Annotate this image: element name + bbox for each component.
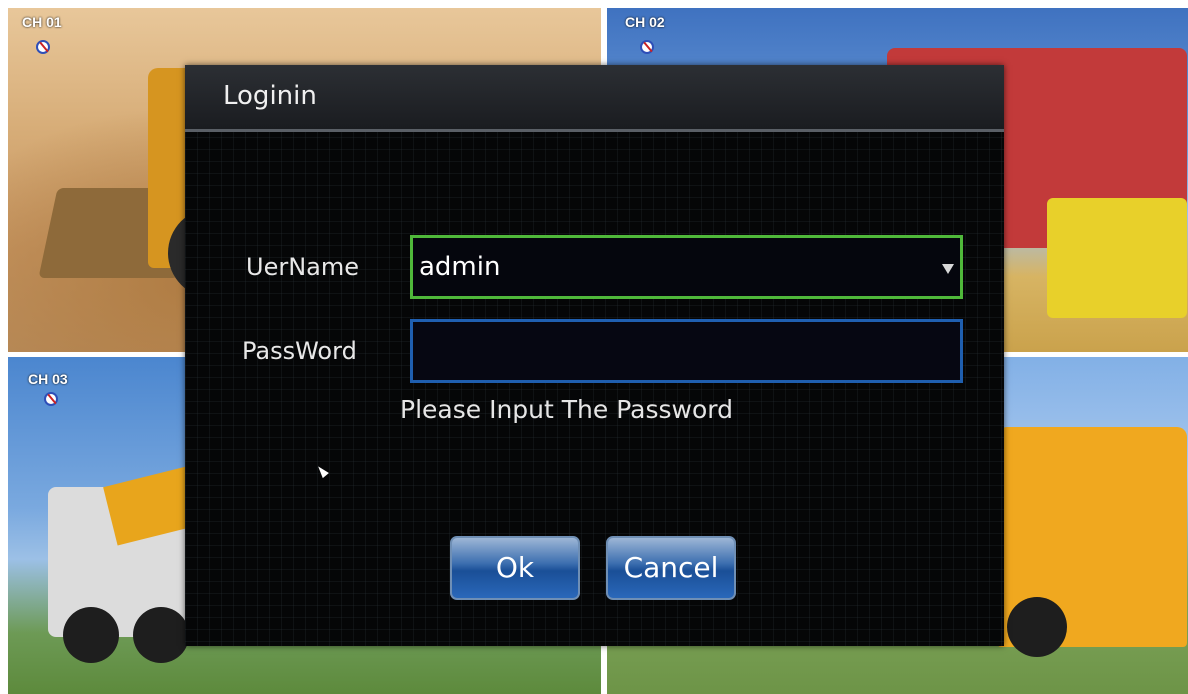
chevron-down-icon[interactable] [942, 264, 954, 274]
no-record-icon [44, 392, 58, 406]
password-label: PassWord [242, 337, 357, 365]
truck-wheel [133, 607, 189, 663]
password-field[interactable] [410, 319, 963, 383]
truck-wheel [63, 607, 119, 663]
username-dropdown-field[interactable]: admin [410, 235, 963, 299]
dialog-title: Loginin [223, 81, 317, 111]
no-record-icon [640, 40, 654, 54]
dialog-titlebar: Loginin [185, 65, 1004, 132]
channel-label: CH 03 [28, 371, 68, 387]
combine-header [1047, 198, 1187, 318]
channel-label: CH 01 [22, 14, 62, 30]
password-hint: Please Input The Password [400, 395, 733, 424]
ok-button[interactable]: Ok [450, 536, 580, 600]
username-value: admin [419, 252, 501, 282]
truck-wheel [1007, 597, 1067, 657]
no-record-icon [36, 40, 50, 54]
mouse-cursor-icon [315, 463, 329, 479]
channel-label: CH 02 [625, 14, 665, 30]
login-dialog: Loginin UerName admin PassWord Please In… [185, 65, 1004, 646]
cancel-button[interactable]: Cancel [606, 536, 736, 600]
username-label: UerName [246, 253, 360, 281]
